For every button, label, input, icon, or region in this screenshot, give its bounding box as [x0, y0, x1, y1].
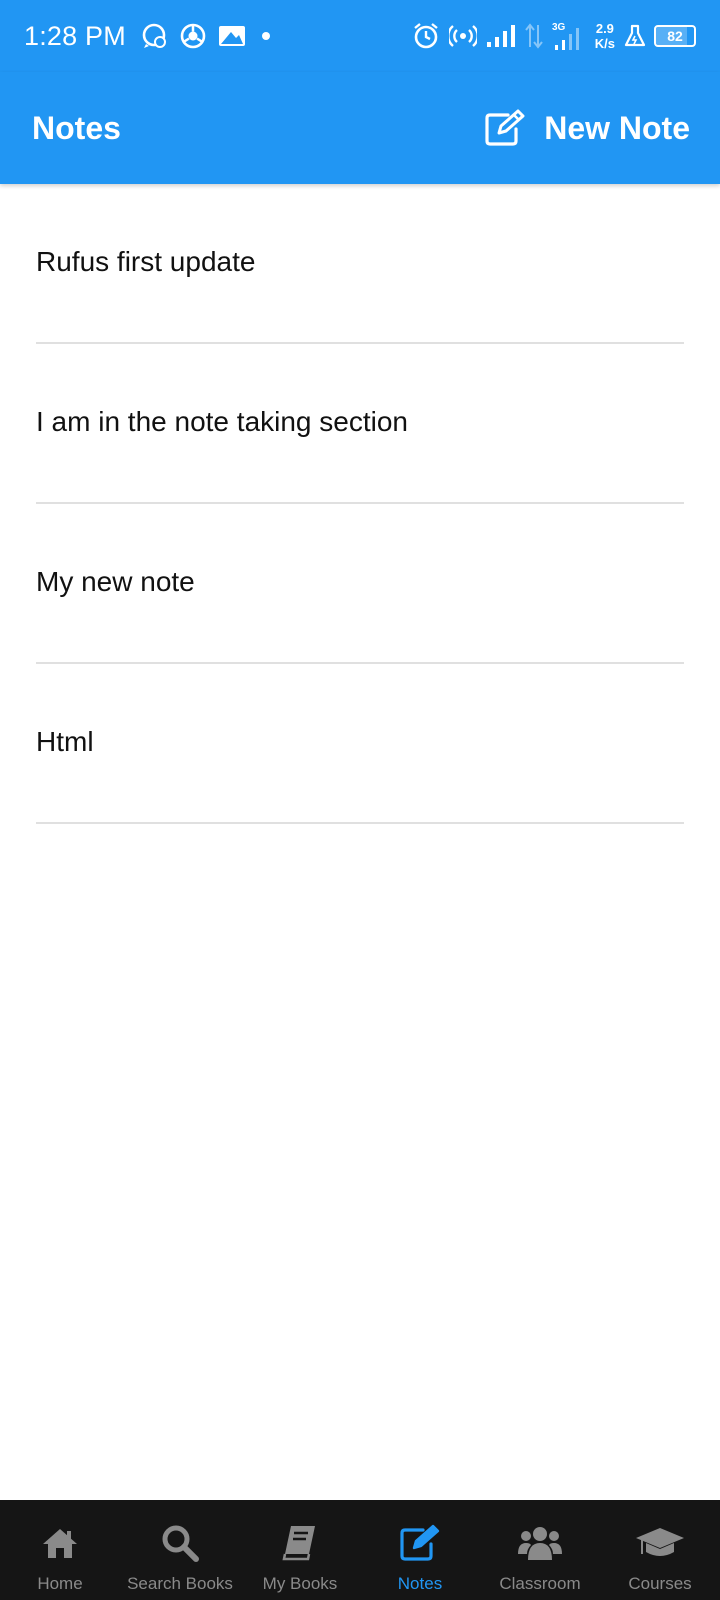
battery-icon: 82	[654, 25, 696, 47]
page-title: Notes	[32, 109, 121, 146]
book-icon	[281, 1522, 319, 1564]
note-title: Html	[36, 726, 94, 757]
net-speed: 2.9 K/s	[595, 21, 615, 51]
nav-label: Classroom	[499, 1574, 581, 1593]
nav-label: Home	[37, 1574, 83, 1593]
notes-screen: 1:28 PM 3G 2.9 K/s 82 Notes New Note Ruf…	[0, 0, 720, 1600]
nav-label: My Books	[262, 1574, 338, 1593]
search-icon	[160, 1522, 200, 1564]
status-right: 3G 2.9 K/s 82	[403, 21, 696, 51]
note-title: My new note	[36, 566, 195, 597]
notes-list: Rufus first update I am in the note taki…	[0, 184, 720, 824]
flask-icon	[624, 24, 646, 48]
new-note-button[interactable]: New Note	[484, 109, 690, 147]
nav-label: Courses	[628, 1574, 692, 1593]
nav-item-home[interactable]: Home	[0, 1500, 120, 1600]
graduation-cap-icon	[634, 1522, 686, 1564]
note-title: Rufus first update	[36, 246, 256, 277]
nav-item-notes[interactable]: Notes	[360, 1500, 480, 1600]
whatsapp-icon	[140, 22, 168, 50]
nav-item-search-books[interactable]: Search Books	[120, 1500, 240, 1600]
signal-icon	[486, 24, 516, 48]
data-arrows-icon	[524, 23, 543, 49]
net-speed-unit: K/s	[594, 36, 615, 51]
edit-icon	[484, 109, 526, 147]
status-time: 1:28 PM	[24, 20, 126, 51]
status-bar: 1:28 PM 3G 2.9 K/s 82	[0, 0, 720, 72]
net-speed-value: 2.9	[595, 21, 614, 36]
nav-item-courses[interactable]: Courses	[600, 1500, 720, 1600]
battery-level: 82	[667, 28, 683, 44]
new-note-label: New Note	[544, 109, 690, 146]
nav-item-my-books[interactable]: My Books	[240, 1500, 360, 1600]
list-item[interactable]: My new note	[36, 504, 684, 664]
bottom-nav: Home Search Books My Books Notes Classro…	[0, 1500, 720, 1600]
edit-icon	[399, 1522, 441, 1564]
app-bar: Notes New Note	[0, 72, 720, 184]
list-item[interactable]: I am in the note taking section	[36, 344, 684, 504]
nav-label: Search Books	[127, 1574, 233, 1593]
note-title: I am in the note taking section	[36, 406, 408, 437]
users-icon	[517, 1522, 563, 1564]
alarm-icon	[412, 22, 440, 50]
dot-icon	[258, 28, 274, 44]
home-icon	[41, 1522, 79, 1564]
hotspot-icon	[448, 23, 477, 49]
signal-3g-icon: 3G	[552, 21, 586, 51]
list-item[interactable]: Rufus first update	[36, 184, 684, 344]
gallery-icon	[218, 24, 246, 48]
nav-label: Notes	[397, 1574, 443, 1593]
status-left: 1:28 PM	[24, 21, 286, 52]
chrome-icon	[180, 23, 206, 49]
list-item[interactable]: Html	[36, 664, 684, 824]
nav-item-classroom[interactable]: Classroom	[480, 1500, 600, 1600]
svg-text:3G: 3G	[552, 22, 566, 33]
